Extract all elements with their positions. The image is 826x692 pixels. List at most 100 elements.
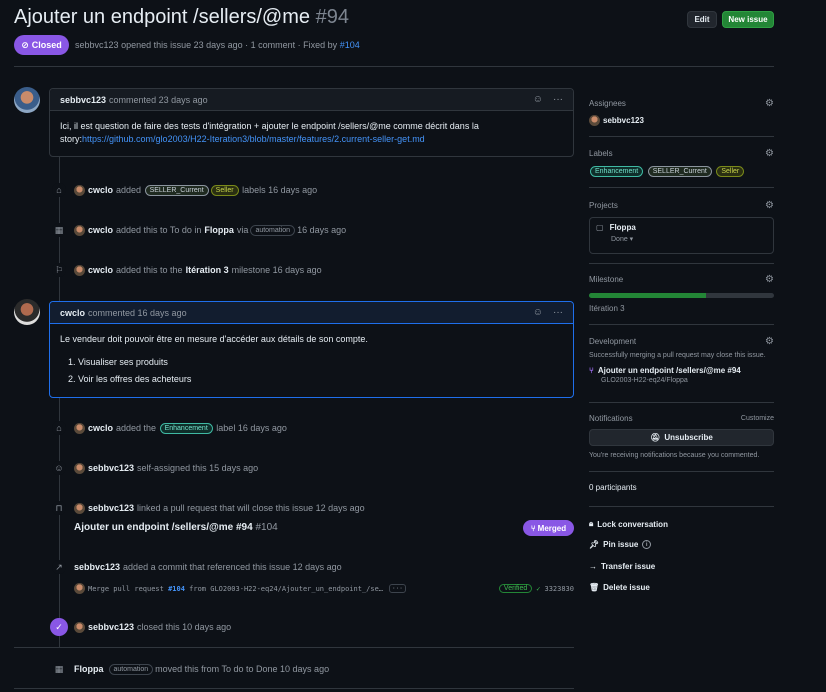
table-icon: ▢ — [596, 223, 604, 232]
verified-badge[interactable]: Verified — [498, 584, 533, 593]
avatar[interactable] — [74, 184, 85, 196]
event-actor[interactable]: sebbvc123 — [74, 562, 120, 572]
label-enhancement[interactable]: Enhancement — [590, 166, 644, 177]
project-icon: ▦ — [52, 223, 66, 237]
commit-sha[interactable]: 3323830 — [544, 585, 574, 593]
expand-commit-button[interactable]: ··· — [389, 584, 406, 593]
event-text: labels 16 days ago — [242, 185, 318, 195]
gear-icon[interactable]: ⚙ — [765, 98, 774, 109]
event-project-added: ▦ cwclo added this to To do in Floppa vi… — [52, 222, 346, 238]
closed-check-icon: ⊘ — [21, 39, 29, 50]
transfer-issue-button[interactable]: → Transfer issue — [589, 562, 655, 571]
new-issue-button[interactable]: New issue — [722, 11, 774, 28]
sidebar-development: Development ⚙ Successfully merging a pull… — [589, 336, 774, 384]
unsubscribe-button[interactable]: 🔕︎ Unsubscribe — [589, 429, 774, 446]
project-card[interactable]: ▢ Floppa Done ▾ — [589, 217, 774, 254]
commit-row: Merge pull request #104 from GLO2003-H22… — [74, 583, 574, 594]
dev-pr-repo: GLO2003-H22-eq24/Floppa — [601, 377, 688, 384]
linked-pr-title[interactable]: Ajouter un endpoint /sellers/@me #94 #10… — [74, 522, 278, 533]
avatar[interactable] — [74, 264, 85, 276]
pin-icon: 📌︎ — [589, 540, 600, 549]
gear-icon[interactable]: ⚙ — [765, 148, 774, 159]
event-text: added the — [116, 423, 157, 433]
comment-author[interactable]: cwclo — [60, 308, 85, 318]
issue-meta: sebbvc123 opened this issue 23 days ago … — [75, 40, 360, 50]
event-actor[interactable]: cwclo — [88, 185, 113, 195]
delete-label: Delete issue — [603, 583, 650, 592]
event-text: milestone 16 days ago — [231, 265, 322, 275]
tag-icon: ⌂ — [52, 421, 66, 435]
automation-pill: automation — [250, 224, 296, 236]
event-actor[interactable]: cwclo — [88, 265, 113, 275]
story-link[interactable]: https://github.com/glo2003/H22-Iteration… — [82, 134, 425, 144]
commit-message-rest[interactable]: from GLO2003-H22-eq24/Ajouter_un_endpoin… — [189, 585, 383, 593]
bell-slash-icon: 🔕︎ — [650, 433, 661, 442]
avatar[interactable] — [74, 462, 85, 474]
avatar[interactable] — [14, 299, 40, 325]
milestone-icon: ⚐ — [52, 263, 66, 277]
label-seller[interactable]: Seller — [716, 166, 745, 177]
emoji-icon[interactable]: ☺ — [533, 94, 543, 105]
pr-title[interactable]: Ajouter un endpoint /sellers/@me #94 — [74, 522, 253, 533]
event-actor[interactable]: Floppa — [74, 664, 104, 674]
event-actor[interactable]: sebbvc123 — [88, 503, 134, 513]
pr-number[interactable]: #104 — [255, 522, 277, 533]
pin-issue-button[interactable]: 📌︎ Pin issue i — [589, 540, 652, 549]
lock-conversation-button[interactable]: 🔒︎ Lock conversation — [589, 519, 668, 529]
assignee-name[interactable]: sebbvc123 — [603, 116, 644, 125]
label-seller-current[interactable]: SELLER_Current — [144, 184, 209, 196]
event-actor[interactable]: cwclo — [88, 225, 113, 235]
avatar[interactable] — [14, 87, 40, 113]
lock-icon: 🔒︎ — [589, 519, 594, 528]
person-icon: ☺ — [52, 461, 66, 475]
divider — [589, 506, 774, 507]
event-actor[interactable]: cwclo — [88, 423, 113, 433]
info-icon[interactable]: i — [642, 540, 652, 549]
comment-list: Visualiser ses produits Voir les offres … — [78, 356, 563, 386]
commit-pr-link[interactable]: #104 — [168, 585, 185, 593]
delete-issue-button[interactable]: 🗑︎ Delete issue — [589, 583, 650, 592]
comment-author[interactable]: sebbvc123 — [60, 95, 106, 105]
avatar[interactable] — [74, 422, 85, 434]
more-options-icon[interactable]: ··· — [553, 307, 563, 318]
event-actor[interactable]: sebbvc123 — [88, 463, 134, 473]
gear-icon[interactable]: ⚙ — [765, 336, 774, 347]
project-status-dropdown[interactable]: Done ▾ — [611, 235, 767, 243]
customize-link[interactable]: Customize — [741, 415, 774, 422]
label-seller-current[interactable]: SELLER_Current — [647, 166, 712, 177]
milestone-link[interactable]: Itération 3 — [186, 265, 229, 275]
merged-label: Merged — [537, 523, 567, 533]
list-item: Voir les offres des acheteurs — [78, 373, 563, 386]
sidebar-assignees: Assignees ⚙ sebbvc123 — [589, 98, 774, 126]
avatar[interactable] — [74, 224, 85, 236]
avatar[interactable] — [589, 115, 600, 126]
dev-pr-link[interactable]: Ajouter un endpoint /sellers/@me #94 — [598, 366, 741, 375]
comment-time[interactable]: commented 16 days ago — [88, 308, 187, 318]
project-link[interactable]: Floppa — [204, 225, 234, 235]
sidebar-projects: Projects ⚙ ▢ Floppa Done ▾ — [589, 200, 774, 254]
fixed-by-link[interactable]: #104 — [340, 40, 360, 50]
tag-icon: ⌂ — [52, 183, 66, 197]
commit-message[interactable]: Merge pull request — [88, 585, 164, 593]
gear-icon[interactable]: ⚙ — [765, 200, 774, 211]
event-text: self-assigned this 15 days ago — [137, 463, 259, 473]
avatar[interactable] — [74, 583, 85, 594]
emoji-icon[interactable]: ☺ — [533, 307, 543, 318]
label-enhancement[interactable]: Enhancement — [159, 422, 213, 434]
event-actor[interactable]: sebbvc123 — [88, 622, 134, 632]
event-text: linked a pull request that will close th… — [137, 503, 365, 513]
gear-icon[interactable]: ⚙ — [765, 274, 774, 285]
label-seller[interactable]: Seller — [210, 184, 239, 196]
project-name[interactable]: Floppa — [610, 223, 636, 232]
edit-button[interactable]: Edit — [687, 11, 717, 28]
issue-author[interactable]: sebbvc123 — [75, 40, 119, 50]
project-icon: ▦ — [52, 662, 66, 676]
comment-time[interactable]: commented 23 days ago — [109, 95, 208, 105]
event-text: added this to the — [116, 265, 183, 275]
participants-count: 0 participants — [589, 483, 637, 492]
event-text: added — [116, 185, 142, 195]
more-options-icon[interactable]: ··· — [553, 94, 563, 105]
avatar[interactable] — [74, 621, 85, 633]
milestone-name[interactable]: Itération 3 — [589, 304, 774, 313]
avatar[interactable] — [74, 502, 85, 514]
